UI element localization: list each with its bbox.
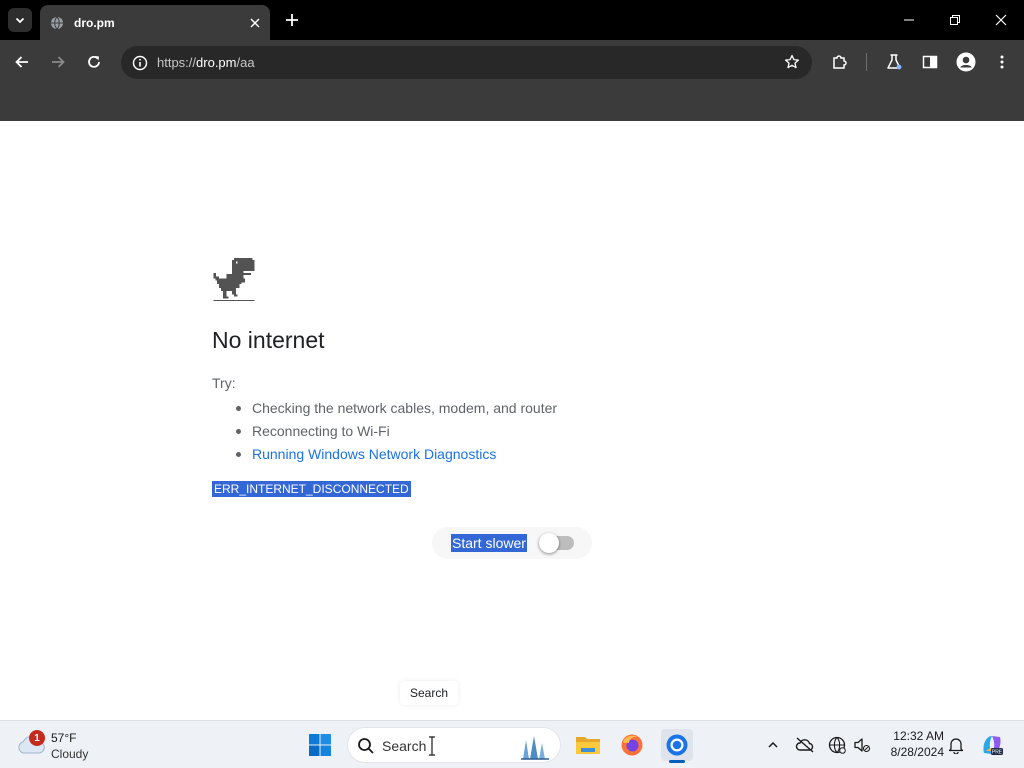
info-icon <box>132 55 147 70</box>
chevron-up-icon <box>768 741 778 748</box>
show-hidden-icons-button[interactable] <box>761 733 785 757</box>
network-button[interactable] <box>825 733 849 757</box>
volume-button[interactable] <box>850 733 874 757</box>
text-cursor-icon <box>429 736 435 756</box>
weather-temperature: 57°F <box>51 731 77 745</box>
search-highlight-icon <box>521 736 549 760</box>
bell-icon <box>948 738 964 754</box>
puzzle-icon <box>833 55 847 69</box>
toolbar-divider <box>866 53 867 71</box>
search-icon <box>358 738 374 754</box>
url-path: /aa <box>236 55 255 70</box>
tab-strip: dro.pm <box>0 0 1024 40</box>
back-button[interactable] <box>10 50 34 74</box>
svg-text:PRE: PRE <box>992 750 1003 756</box>
tab-active[interactable]: dro.pm <box>40 5 270 40</box>
start-button[interactable] <box>304 729 336 761</box>
suggestion-check-cables: Checking the network cables, modem, and … <box>234 398 557 421</box>
address-bar[interactable]: https://dro.pm/aa <box>121 46 812 79</box>
error-page: No internet Try: Checking the network ca… <box>0 121 1024 720</box>
taskbar-search-placeholder: Search <box>382 738 427 754</box>
close-tab-icon[interactable] <box>246 14 264 32</box>
arrow-left-icon <box>15 56 28 68</box>
chrome-icon <box>666 734 688 756</box>
menu-button[interactable] <box>990 50 1014 74</box>
arrow-right-icon <box>52 56 65 68</box>
tab-search-button[interactable] <box>8 8 32 32</box>
flask-icon <box>887 54 902 70</box>
site-info-button[interactable] <box>127 50 152 75</box>
search-tooltip: Search <box>400 681 459 705</box>
bookmarks-bar <box>0 85 1024 121</box>
url-host: dro.pm <box>196 55 237 70</box>
onedrive-button[interactable] <box>793 733 817 757</box>
try-label: Try: <box>212 375 236 391</box>
notifications-button[interactable] <box>944 733 968 757</box>
weather-condition: Cloudy <box>51 747 89 761</box>
firefox-icon <box>621 734 643 756</box>
tab-title: dro.pm <box>74 15 115 30</box>
chrome-active-indicator <box>669 760 685 763</box>
copilot-icon: PRE <box>983 736 1003 756</box>
clock-date: 8/28/2024 <box>890 745 944 759</box>
network-diagnostics-link[interactable]: Running Windows Network Diagnostics <box>234 444 557 467</box>
cloud-offline-icon <box>795 737 814 753</box>
system-clock[interactable]: 12:32 AM 8/28/2024 <box>880 728 944 760</box>
minimize-button[interactable] <box>886 0 932 40</box>
clock-time: 12:32 AM <box>893 729 944 743</box>
side-panel-button[interactable] <box>918 50 942 74</box>
profile-button[interactable] <box>954 50 978 74</box>
restore-icon <box>950 15 960 25</box>
labs-button[interactable] <box>882 50 906 74</box>
close-window-button[interactable] <box>978 0 1024 40</box>
suggestion-reconnect-wifi: Reconnecting to Wi-Fi <box>234 421 557 444</box>
chevron-down-icon <box>15 17 25 24</box>
taskbar: 1 57°F Cloudy Search 12:32 AM 8/28/2024 … <box>0 720 1024 768</box>
plus-icon <box>286 14 298 26</box>
error-code: ERR_INTERNET_DISCONNECTED <box>212 481 411 497</box>
minimize-icon <box>904 19 914 21</box>
avatar-icon <box>956 52 976 72</box>
bookmark-star-button[interactable] <box>782 52 802 72</box>
speaker-muted-icon <box>854 738 871 753</box>
firefox-button[interactable] <box>616 729 648 761</box>
taskbar-search-box[interactable]: Search <box>347 727 561 763</box>
close-icon <box>995 14 1007 26</box>
copilot-button[interactable]: PRE <box>980 733 1004 757</box>
toggle-knob <box>539 533 559 553</box>
browser-toolbar: https://dro.pm/aa <box>0 40 1024 85</box>
notification-badge: 1 <box>29 730 45 746</box>
restore-button[interactable] <box>932 0 978 40</box>
file-explorer-button[interactable] <box>572 729 604 761</box>
more-vertical-icon <box>1000 55 1004 69</box>
url-scheme: https:// <box>157 55 197 70</box>
star-icon <box>784 54 800 69</box>
file-explorer-icon <box>576 737 600 754</box>
start-slower-control[interactable]: Start slower <box>432 527 592 559</box>
forward-button[interactable] <box>46 50 70 74</box>
suggestion-list: Checking the network cables, modem, and … <box>234 398 557 467</box>
reload-icon <box>88 55 100 68</box>
side-panel-icon <box>922 55 938 69</box>
windows-logo-icon <box>309 734 331 756</box>
weather-widget[interactable]: 1 57°F Cloudy <box>16 727 116 763</box>
extensions-button[interactable] <box>828 50 852 74</box>
page-title: No internet <box>212 327 325 353</box>
dinosaur-icon[interactable] <box>212 258 256 302</box>
globe-icon <box>50 16 64 30</box>
start-slower-toggle[interactable] <box>539 533 574 553</box>
start-slower-label: Start slower <box>451 534 527 552</box>
chrome-button[interactable] <box>661 729 693 761</box>
globe-network-icon <box>828 736 846 754</box>
url-text: https://dro.pm/aa <box>157 55 255 70</box>
reload-button[interactable] <box>82 50 106 74</box>
new-tab-button[interactable] <box>282 10 302 30</box>
